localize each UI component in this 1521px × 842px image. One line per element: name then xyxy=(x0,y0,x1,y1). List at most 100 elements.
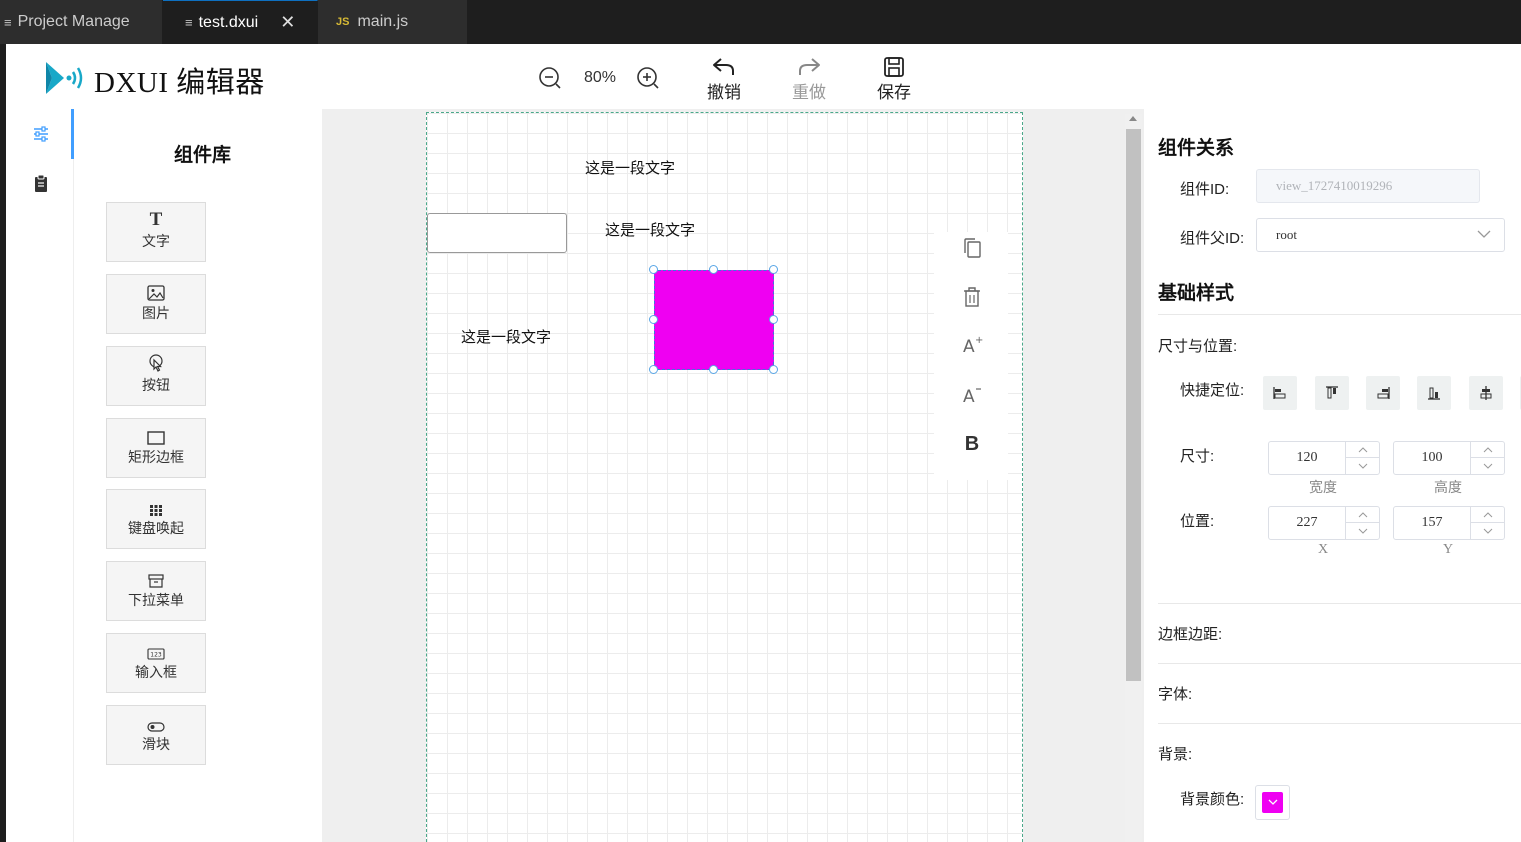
component-label: 矩形边框 xyxy=(128,449,184,465)
component-label: 按钮 xyxy=(142,377,170,393)
chevron-up-icon xyxy=(1358,511,1367,517)
resize-handle-bottom-left[interactable] xyxy=(649,365,658,374)
height-caption: 高度 xyxy=(1434,481,1462,496)
resize-handle-top[interactable] xyxy=(709,265,718,274)
bold-icon[interactable]: B xyxy=(958,430,986,458)
canvas-rect-element-selected[interactable] xyxy=(654,270,774,370)
tab-test-dxui[interactable]: ≡ test.dxui ✕ xyxy=(163,0,318,44)
parent-id-select[interactable]: root xyxy=(1256,218,1505,252)
svg-text:A: A xyxy=(963,387,975,406)
x-increment-button[interactable] xyxy=(1346,507,1379,523)
svg-text:123: 123 xyxy=(150,652,162,659)
app-header: DXUI 编辑器 80% 撤销 重做 保存 xyxy=(6,44,1521,109)
align-center-button[interactable] xyxy=(1469,376,1503,410)
align-right-icon xyxy=(1377,387,1390,399)
redo-button[interactable]: 重做 xyxy=(784,56,834,103)
resize-handle-top-left[interactable] xyxy=(649,265,658,274)
y-caption: Y xyxy=(1443,542,1454,557)
component-input[interactable]: 123 输入框 xyxy=(106,633,206,693)
undo-button[interactable]: 撤销 xyxy=(699,56,749,103)
chevron-up-icon xyxy=(1358,446,1367,452)
y-decrement-button[interactable] xyxy=(1471,523,1504,539)
component-text[interactable]: T 文字 xyxy=(106,202,206,262)
close-icon[interactable]: ✕ xyxy=(280,12,295,33)
chevron-down-icon xyxy=(1483,528,1492,534)
canvas-text-element[interactable]: 这是一段文字 xyxy=(461,326,551,347)
width-decrement-button[interactable] xyxy=(1346,458,1379,474)
font-increase-icon[interactable]: A + xyxy=(958,331,986,359)
height-value: 100 xyxy=(1421,450,1443,465)
left-icon-rail xyxy=(6,109,74,842)
align-top-button[interactable] xyxy=(1315,376,1349,410)
border-padding-label[interactable]: 边框边距: xyxy=(1158,623,1222,644)
canvas-text-element[interactable]: 这是一段文字 xyxy=(585,157,675,178)
scroll-up-arrow[interactable] xyxy=(1129,116,1137,121)
redo-label: 重做 xyxy=(792,83,826,102)
canvas-scrollbar[interactable] xyxy=(1125,114,1142,842)
component-image[interactable]: 图片 xyxy=(106,274,206,334)
component-label: 滑块 xyxy=(142,736,170,752)
resize-handle-left[interactable] xyxy=(649,315,658,324)
width-caption: 宽度 xyxy=(1309,481,1337,496)
component-keypad[interactable]: 键盘唤起 xyxy=(106,489,206,549)
divider xyxy=(1158,663,1521,664)
rectangle-icon xyxy=(107,419,205,445)
component-label: 键盘唤起 xyxy=(128,520,184,536)
divider xyxy=(1158,723,1521,724)
y-increment-button[interactable] xyxy=(1471,507,1504,523)
resize-handle-right[interactable] xyxy=(769,315,778,324)
parent-id-label: 组件父ID: xyxy=(1180,230,1245,247)
save-button[interactable]: 保存 xyxy=(869,56,919,103)
resize-handle-top-right[interactable] xyxy=(769,265,778,274)
canvas-text-element[interactable]: 这是一段文字 xyxy=(605,219,695,240)
background-color-picker[interactable] xyxy=(1255,785,1290,820)
height-input[interactable]: 100 xyxy=(1393,441,1505,475)
resize-handle-bottom[interactable] xyxy=(709,365,718,374)
sliders-icon[interactable] xyxy=(30,123,52,145)
component-slider[interactable]: 滑块 xyxy=(106,705,206,765)
font-section-label[interactable]: 字体: xyxy=(1158,683,1192,704)
align-right-button[interactable] xyxy=(1366,376,1400,410)
component-button[interactable]: 按钮 xyxy=(106,346,206,406)
component-label: 文字 xyxy=(142,233,170,249)
dxui-logo-icon xyxy=(46,62,83,94)
undo-label: 撤销 xyxy=(707,83,741,102)
position-label: 位置: xyxy=(1180,513,1215,530)
tab-project-manage[interactable]: ≡ Project Manage xyxy=(0,0,163,44)
font-decrease-icon[interactable]: A xyxy=(958,381,986,409)
clipboard-icon[interactable] xyxy=(30,173,52,195)
color-swatch xyxy=(1262,792,1283,813)
component-label: 图片 xyxy=(142,305,170,321)
align-top-icon xyxy=(1326,386,1338,399)
text-icon: T xyxy=(149,209,163,230)
height-decrement-button[interactable] xyxy=(1471,458,1504,474)
scrollbar-thumb[interactable] xyxy=(1126,129,1141,681)
basic-style-title: 基础样式 xyxy=(1158,283,1235,304)
background-color-label: 背景颜色: xyxy=(1180,791,1245,808)
zoom-level: 80% xyxy=(584,69,617,86)
chevron-down-icon xyxy=(1483,463,1492,469)
zoom-in-icon[interactable] xyxy=(636,66,660,90)
align-left-button[interactable] xyxy=(1263,376,1297,410)
copy-icon[interactable] xyxy=(958,234,986,262)
width-input[interactable]: 120 xyxy=(1268,441,1380,475)
chevron-down-icon xyxy=(1358,528,1367,534)
width-increment-button[interactable] xyxy=(1346,442,1379,458)
app-title: DXUI 编辑器 xyxy=(94,67,265,99)
component-dropdown[interactable]: 下拉菜单 xyxy=(106,561,206,621)
resize-handle-bottom-right[interactable] xyxy=(769,365,778,374)
javascript-file-icon: JS xyxy=(336,16,350,28)
align-bottom-button[interactable] xyxy=(1417,376,1451,410)
x-decrement-button[interactable] xyxy=(1346,523,1379,539)
zoom-out-icon[interactable] xyxy=(538,66,562,90)
height-increment-button[interactable] xyxy=(1471,442,1504,458)
toggle-icon xyxy=(107,706,205,732)
x-input[interactable]: 227 xyxy=(1268,506,1380,540)
component-rect-border[interactable]: 矩形边框 xyxy=(106,418,206,478)
trash-icon[interactable] xyxy=(958,283,986,311)
tab-main-js[interactable]: JS main.js xyxy=(318,0,468,44)
align-bottom-icon xyxy=(1428,387,1440,400)
y-value: 157 xyxy=(1421,515,1443,530)
y-input[interactable]: 157 xyxy=(1393,506,1505,540)
canvas-input-element[interactable] xyxy=(427,213,567,253)
